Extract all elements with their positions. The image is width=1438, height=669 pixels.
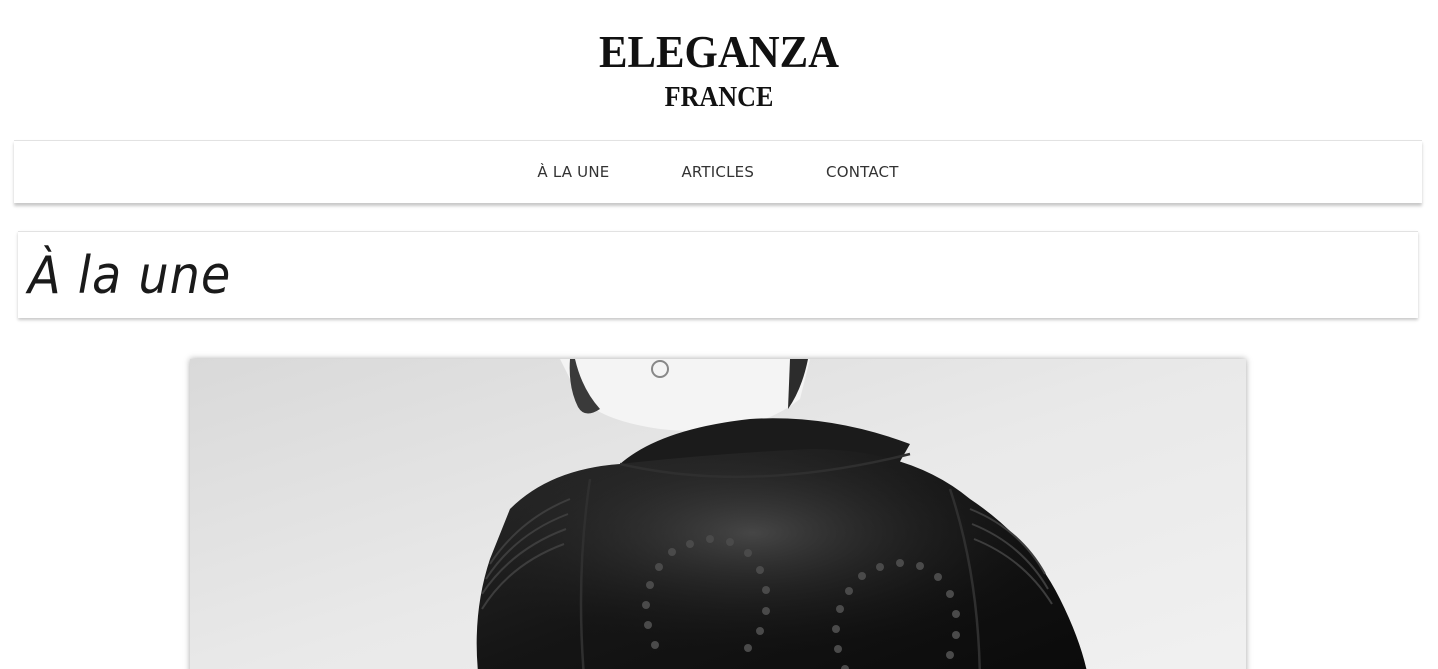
logo-title: ELEGANZA [598, 26, 840, 77]
logo-subtitle: FRANCE [664, 81, 774, 113]
page: ELEGANZA FRANCE À LA UNE ARTICLES CONTAC… [0, 0, 1438, 669]
section-header: À la une [18, 231, 1418, 318]
nav-item-contact[interactable]: CONTACT [790, 163, 935, 181]
site-logo[interactable]: ELEGANZA FRANCE [0, 26, 1438, 113]
nav-item-articles[interactable]: ARTICLES [645, 163, 790, 181]
section-title: À la une [28, 246, 232, 306]
nav-menu: À LA UNE ARTICLES CONTACT [14, 141, 1422, 203]
nav-item-a-la-une[interactable]: À LA UNE [501, 163, 645, 181]
main-navigation: À LA UNE ARTICLES CONTACT [14, 140, 1422, 203]
featured-article-image[interactable] [190, 359, 1246, 669]
jacket-photo-illustration [190, 359, 1246, 669]
